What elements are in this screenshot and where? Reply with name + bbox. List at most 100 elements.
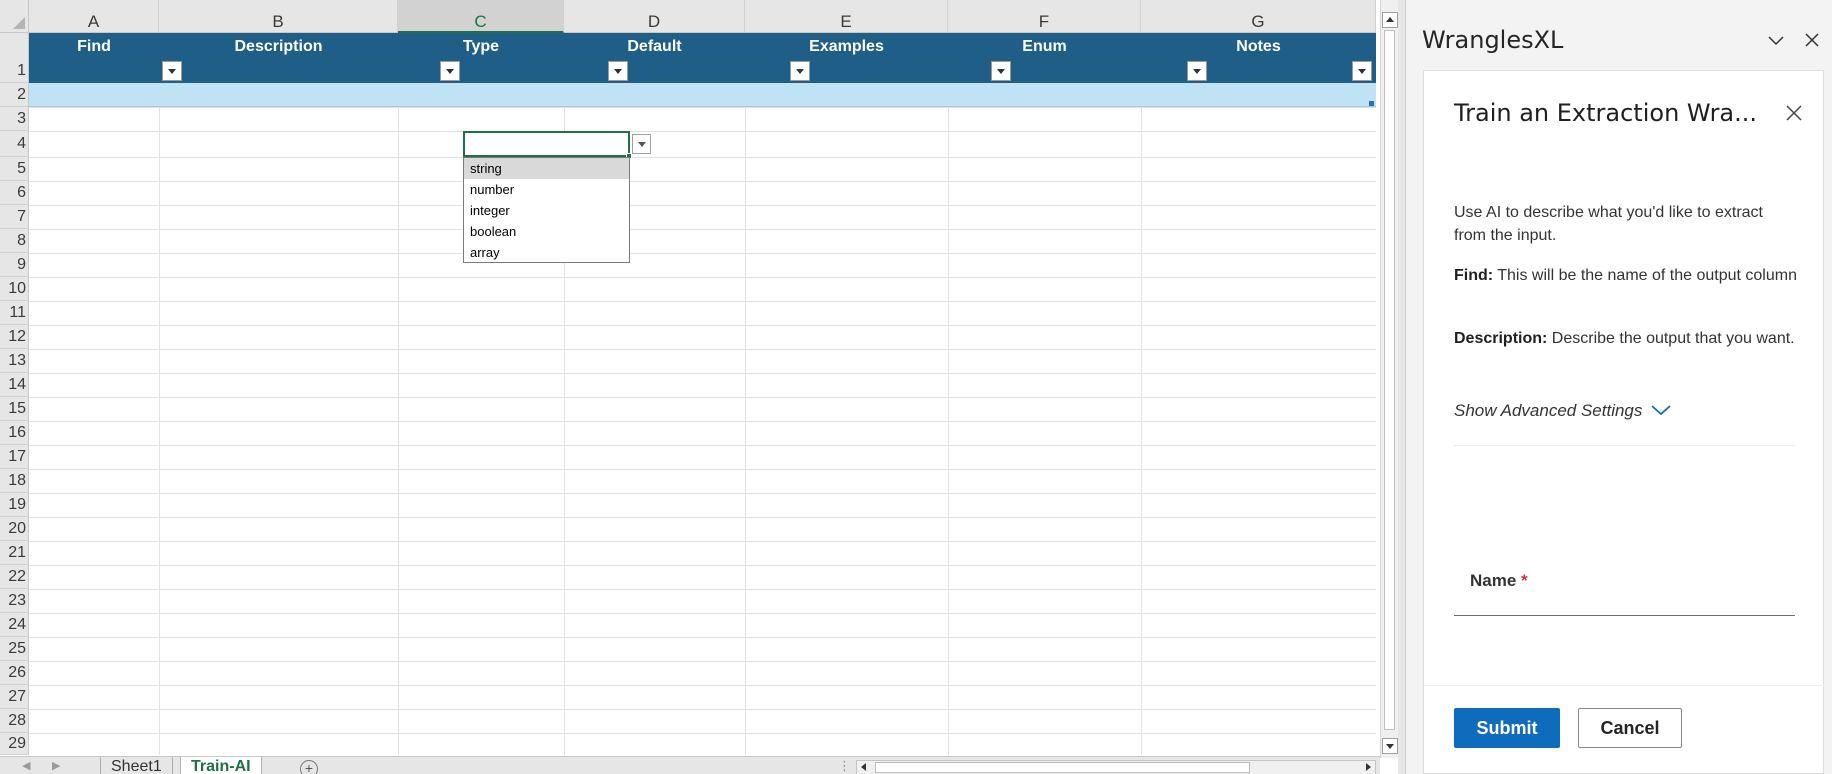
grid-line (29, 349, 1376, 350)
required-indicator: * (1521, 571, 1528, 590)
find-help-label: Find: (1454, 267, 1494, 284)
splitter-handle-icon[interactable]: ⋮ (838, 758, 851, 774)
grid-line (29, 229, 1376, 230)
row-header[interactable]: 28 (0, 709, 29, 733)
sheet-tab-sheet1[interactable]: Sheet1 (100, 757, 173, 774)
table-resize-handle[interactable] (1369, 101, 1374, 106)
horizontal-scrollbar[interactable] (856, 760, 1376, 774)
scroll-right-icon[interactable] (1361, 761, 1375, 774)
grid-line (159, 33, 160, 755)
grid-line (29, 301, 1376, 302)
card-intro-text: Use AI to describe what you'd like to ex… (1454, 204, 1763, 244)
grid-line (29, 493, 1376, 494)
select-all-corner[interactable] (0, 0, 29, 33)
column-header-g[interactable]: G (1141, 0, 1376, 33)
prev-sheet-icon[interactable]: ◀ (22, 759, 30, 772)
column-header-f[interactable]: F (948, 0, 1141, 33)
row-header[interactable]: 17 (0, 445, 29, 469)
vertical-scroll-thumb[interactable] (1384, 30, 1395, 730)
grid-line (29, 709, 1376, 710)
row-header[interactable]: 23 (0, 589, 29, 613)
row-header[interactable]: 16 (0, 421, 29, 445)
cancel-button[interactable]: Cancel (1578, 708, 1682, 748)
pane-divider[interactable] (1398, 0, 1405, 774)
active-cell-c4[interactable] (463, 131, 632, 159)
sheet-tab-train-ai[interactable]: Train-AI (180, 757, 262, 774)
sheet-tab-bar: ◀ ▶ Sheet1 Train-AI + ⋮ (0, 756, 1380, 774)
table-header-description: Description (234, 38, 323, 55)
cell-grid[interactable]: Find Description Type Default Examples E… (29, 33, 1376, 755)
row-header[interactable]: 9 (0, 253, 29, 277)
filter-notes-icon[interactable] (1352, 61, 1372, 81)
grid-line (29, 685, 1376, 686)
grid-line (29, 517, 1376, 518)
chevron-down-icon[interactable] (1766, 30, 1786, 50)
column-header-d[interactable]: D (564, 0, 745, 33)
dropdown-option-integer[interactable]: integer (464, 200, 629, 221)
validation-dropdown-icon[interactable] (632, 134, 651, 154)
row-header[interactable]: 22 (0, 565, 29, 589)
grid-line (29, 131, 1376, 132)
column-header-c[interactable]: C (398, 0, 564, 33)
row-header[interactable]: 5 (0, 157, 29, 181)
horizontal-scroll-thumb[interactable] (875, 762, 1250, 773)
row-header[interactable]: 13 (0, 349, 29, 373)
row-header[interactable]: 14 (0, 373, 29, 397)
grid-line (29, 541, 1376, 542)
column-header-e[interactable]: E (745, 0, 948, 33)
row-headers: 1 2 3 4 5 6 7 8 9 10 11 12 13 14 15 16 17 18 19 20 21 22 23 24 2… (0, 33, 29, 755)
description-help-text: Describe the output that you want. (1551, 330, 1795, 347)
close-icon[interactable] (1784, 103, 1804, 123)
row-header[interactable]: 25 (0, 637, 29, 661)
train-extraction-card: Train an Extraction Wra... Use AI to des… (1423, 70, 1825, 774)
divider (1454, 445, 1795, 446)
row-header[interactable]: 10 (0, 277, 29, 301)
row-header[interactable]: 21 (0, 541, 29, 565)
row-header[interactable]: 6 (0, 181, 29, 205)
task-pane: WranglesXL Train an Extraction Wra... Us… (1405, 0, 1832, 774)
row-header[interactable]: 19 (0, 493, 29, 517)
row-header[interactable]: 3 (0, 107, 29, 131)
grid-line (29, 277, 1376, 278)
vertical-scrollbar[interactable] (1380, 0, 1398, 758)
row-header[interactable]: 15 (0, 397, 29, 421)
dropdown-option-array[interactable]: array (464, 242, 629, 263)
next-sheet-icon[interactable]: ▶ (52, 759, 60, 772)
table-data-row[interactable] (29, 83, 1376, 107)
row-header[interactable]: 26 (0, 661, 29, 685)
scroll-up-icon[interactable] (1382, 12, 1398, 28)
row-header[interactable]: 7 (0, 205, 29, 229)
row-header[interactable]: 24 (0, 613, 29, 637)
grid-line (29, 469, 1376, 470)
grid-line (29, 107, 1376, 108)
grid-line (745, 33, 746, 755)
row-header[interactable]: 29 (0, 733, 29, 755)
row-header[interactable]: 1 (0, 33, 29, 83)
dropdown-option-boolean[interactable]: boolean (464, 221, 629, 242)
row-header[interactable]: 2 (0, 83, 29, 107)
dropdown-option-string[interactable]: string (464, 158, 629, 179)
show-advanced-settings-toggle[interactable]: Show Advanced Settings (1454, 401, 1642, 421)
chevron-down-icon[interactable] (1649, 401, 1673, 419)
scroll-down-icon[interactable] (1382, 738, 1398, 754)
dropdown-option-number[interactable]: number (464, 179, 629, 200)
grid-line (29, 325, 1376, 326)
grid-line (29, 373, 1376, 374)
row-header[interactable]: 20 (0, 517, 29, 541)
row-header[interactable]: 18 (0, 469, 29, 493)
plus-circle-icon[interactable]: + (300, 760, 318, 774)
submit-button[interactable]: Submit (1454, 708, 1560, 748)
column-header-b[interactable]: B (159, 0, 398, 33)
card-title: Train an Extraction Wra... (1454, 99, 1758, 127)
row-header[interactable]: 8 (0, 229, 29, 253)
name-input[interactable] (1454, 594, 1795, 616)
column-header-a[interactable]: A (29, 0, 159, 33)
row-header[interactable]: 4 (0, 131, 29, 157)
scroll-left-icon[interactable] (857, 761, 871, 774)
grid-line (29, 181, 1376, 182)
row-header[interactable]: 27 (0, 685, 29, 709)
row-header[interactable]: 12 (0, 325, 29, 349)
table-header-find: Find (77, 38, 111, 55)
row-header[interactable]: 11 (0, 301, 29, 325)
close-icon[interactable] (1802, 30, 1822, 50)
